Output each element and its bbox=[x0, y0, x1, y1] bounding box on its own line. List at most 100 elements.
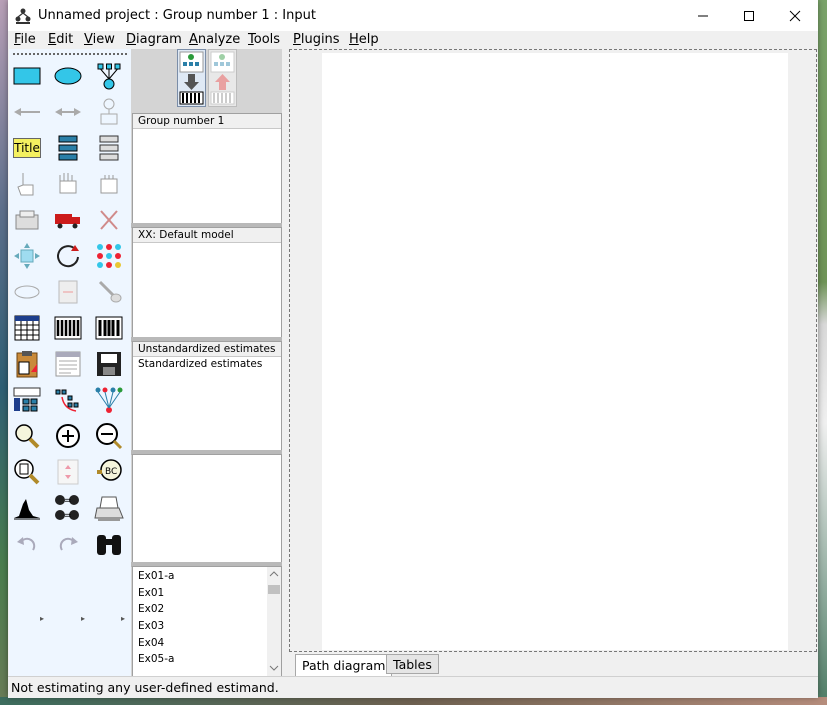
scroll-down-icon[interactable] bbox=[267, 661, 281, 675]
menu-analyze[interactable]: Analyze bbox=[189, 32, 240, 47]
rotate-indicators-tool[interactable] bbox=[50, 239, 86, 273]
reflect-icon bbox=[97, 244, 121, 268]
specification-search-tool[interactable] bbox=[91, 527, 127, 561]
analysis-properties-tool[interactable] bbox=[50, 311, 86, 345]
menu-help[interactable]: Help bbox=[349, 32, 379, 47]
menu-tools[interactable]: Tools bbox=[248, 32, 280, 47]
floppy-disk-icon bbox=[97, 352, 121, 376]
models-panel-header[interactable]: XX: Default model bbox=[133, 228, 281, 243]
pointing-hand-icon bbox=[17, 173, 34, 196]
draw-unobserved-variable-tool[interactable] bbox=[50, 59, 86, 93]
close-button[interactable] bbox=[772, 0, 818, 31]
multiple-group-icon: == bbox=[55, 495, 79, 521]
scroll-diagram-tool[interactable] bbox=[50, 275, 86, 309]
toolbox-scroll-arrow-1[interactable]: ▸ bbox=[40, 614, 44, 623]
view-text-tool[interactable] bbox=[50, 347, 86, 381]
undo-icon bbox=[17, 537, 36, 551]
add-unique-variable-tool[interactable] bbox=[91, 95, 127, 129]
title-bar: Unnamed project : Group number 1 : Input bbox=[8, 0, 818, 31]
draw-path-tool[interactable] bbox=[9, 95, 45, 129]
zoom-page-tool[interactable] bbox=[9, 455, 45, 489]
diagram-page[interactable] bbox=[322, 53, 788, 650]
deselect-all-objects-tool[interactable] bbox=[91, 167, 127, 201]
magnifier-tool[interactable]: BC bbox=[91, 455, 127, 489]
menu-file[interactable]: File bbox=[14, 32, 36, 47]
file-item[interactable]: Ex02 bbox=[133, 601, 281, 618]
draw-observed-variable-tool[interactable] bbox=[9, 59, 45, 93]
clipboard-icon bbox=[16, 351, 38, 378]
toolbox: Title BC = = ▸ ▸ ▸ bbox=[9, 49, 132, 676]
scroll-thumb[interactable] bbox=[268, 585, 280, 594]
redo-icon bbox=[59, 537, 78, 551]
copy-to-clipboard-tool[interactable] bbox=[9, 347, 45, 381]
copy-machine-icon bbox=[15, 210, 39, 230]
move-objects-tool[interactable] bbox=[50, 203, 86, 237]
multiple-group-analysis-tool[interactable]: = = bbox=[50, 491, 86, 525]
file-item[interactable]: Ex04 bbox=[133, 635, 281, 652]
files-list: Ex01-a Ex01 Ex02 Ex03 Ex04 Ex05-a bbox=[132, 566, 282, 677]
object-properties-tool[interactable] bbox=[9, 383, 45, 417]
zoom-in-tool[interactable] bbox=[50, 419, 86, 453]
file-item[interactable]: Ex03 bbox=[133, 618, 281, 635]
menu-diagram[interactable]: Diagram bbox=[126, 32, 182, 47]
select-one-object-tool[interactable] bbox=[9, 167, 45, 201]
amos-app-icon bbox=[15, 8, 31, 24]
minimize-button[interactable] bbox=[680, 0, 726, 31]
toolbox-scroll-arrow-2[interactable]: ▸ bbox=[81, 614, 85, 623]
path-diagram-area[interactable] bbox=[289, 49, 817, 652]
calculate-estimates-tool[interactable] bbox=[91, 311, 127, 345]
menu-view[interactable]: View bbox=[84, 32, 115, 47]
touch-up-tool[interactable] bbox=[91, 275, 127, 309]
tab-path-diagram[interactable]: Path diagram bbox=[295, 654, 393, 676]
select-data-files-tool[interactable] bbox=[9, 311, 45, 345]
list-variables-in-model-tool[interactable] bbox=[50, 131, 86, 165]
computation-summary-panel bbox=[132, 454, 282, 564]
view-tabs: Path diagram Tables bbox=[289, 652, 817, 676]
select-all-objects-tool[interactable] bbox=[50, 167, 86, 201]
scroll-up-icon[interactable] bbox=[267, 567, 281, 581]
menu-bar: File Edit View Diagram Analyze Tools Plu… bbox=[8, 31, 818, 49]
print-diagram-tool[interactable] bbox=[91, 491, 127, 525]
menu-plugins[interactable]: Plugins bbox=[293, 32, 340, 47]
save-diagram-tool[interactable] bbox=[91, 347, 127, 381]
draw-latent-indicator-tool[interactable] bbox=[91, 59, 127, 93]
preserve-symmetries-tool[interactable] bbox=[91, 383, 127, 417]
reflect-indicators-tool[interactable] bbox=[91, 239, 127, 273]
estimate-standardized[interactable]: Standardized estimates bbox=[133, 357, 281, 372]
files-list-scrollbar[interactable] bbox=[267, 567, 281, 676]
zoom-page-icon bbox=[14, 459, 40, 485]
resize-diagram-tool[interactable] bbox=[50, 455, 86, 489]
zoom-in-selected-area-tool[interactable] bbox=[9, 419, 45, 453]
latent-indicator-icon bbox=[97, 63, 121, 90]
undo-tool[interactable] bbox=[9, 527, 45, 561]
file-item[interactable]: Ex01-a bbox=[133, 568, 281, 585]
menu-edit[interactable]: Edit bbox=[48, 32, 73, 47]
object-properties-icon bbox=[13, 387, 41, 412]
maximize-button[interactable] bbox=[726, 0, 772, 31]
duplicate-objects-tool[interactable] bbox=[9, 203, 45, 237]
magnifier-area-icon bbox=[15, 424, 40, 449]
magnifier-abc-icon: BC bbox=[97, 459, 122, 481]
estimate-unstandardized[interactable]: Unstandardized estimates bbox=[133, 342, 281, 357]
view-output-button[interactable] bbox=[208, 49, 237, 107]
tab-tables[interactable]: Tables bbox=[386, 654, 439, 674]
change-shape-tool[interactable] bbox=[9, 239, 45, 273]
view-input-button[interactable] bbox=[177, 49, 206, 107]
groups-panel-header[interactable]: Group number 1 bbox=[133, 114, 281, 129]
figure-caption-tool[interactable]: Title bbox=[9, 131, 45, 165]
erase-objects-tool[interactable] bbox=[91, 203, 127, 237]
drag-properties-tool[interactable] bbox=[50, 383, 86, 417]
move-parameter-tool[interactable] bbox=[9, 275, 45, 309]
list-variables-in-dataset-tool[interactable] bbox=[91, 131, 127, 165]
ellipse-icon bbox=[54, 67, 82, 85]
bayesian-estimation-tool[interactable] bbox=[9, 491, 45, 525]
redo-tool[interactable] bbox=[50, 527, 86, 561]
resize-shape-icon bbox=[14, 243, 40, 269]
zoom-out-tool[interactable] bbox=[91, 419, 127, 453]
draw-covariance-tool[interactable] bbox=[50, 95, 86, 129]
file-item[interactable]: Ex01 bbox=[133, 585, 281, 602]
file-item[interactable]: Ex05-a bbox=[133, 651, 281, 668]
toolbox-scroll-arrow-3[interactable]: ▸ bbox=[121, 614, 125, 623]
status-text: Not estimating any user-defined estimand… bbox=[11, 680, 279, 695]
variable-list-icon bbox=[58, 135, 78, 161]
